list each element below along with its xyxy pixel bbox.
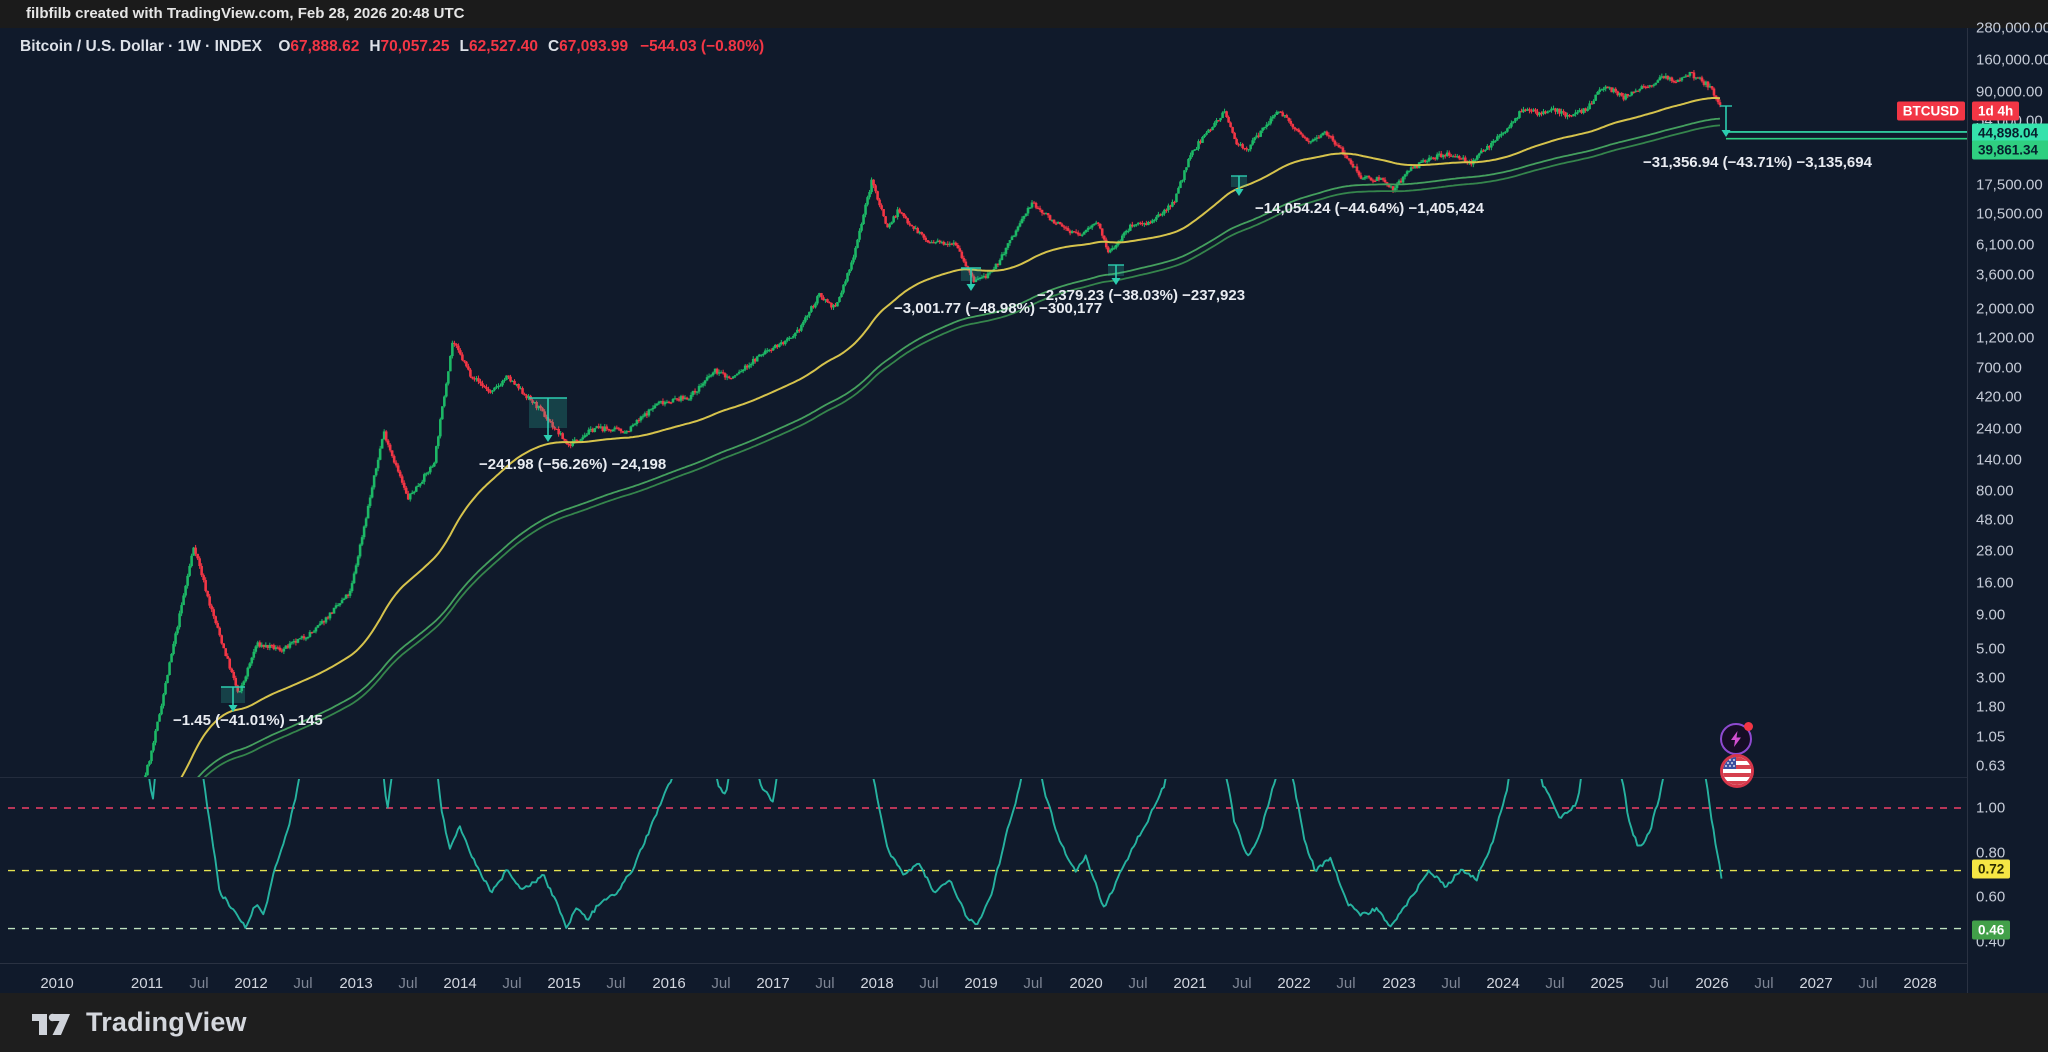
time-axis-label: 2024 [1486,975,1519,992]
time-axis-label: Jul [1232,975,1251,992]
ohlc-open-label: O [278,38,290,55]
tradingview-wordmark[interactable]: TradingView [86,1007,247,1038]
ohlc-close-value: 67,093.99 [559,38,628,55]
time-axis-label: 2021 [1173,975,1206,992]
price-axis-label: 1.80 [1976,698,2005,715]
price-chart-canvas[interactable] [0,28,2048,993]
drawdown-annotation: −31,356.94 (−43.71%) −3,135,694 [1643,154,1872,171]
tradingview-snapshot: { "attribution": {"text": "filbfilb crea… [0,0,2048,1052]
footer-bar: TradingView [0,993,2048,1052]
attribution-text: filbfilb created with TradingView.com, F… [26,5,464,22]
ohlc-close-label: C [548,38,559,55]
price-axis-label: 240.00 [1976,420,2022,437]
price-axis-label: 28.00 [1976,542,2014,559]
drawdown-annotation: −14,054.24 (−44.64%) −1,405,424 [1255,200,1484,217]
time-axis-label: Jul [398,975,417,992]
symbol-legend[interactable]: Bitcoin / U.S. Dollar · 1W · INDEX O67,8… [20,38,764,56]
price-axis-label: 0.63 [1976,758,2005,775]
time-axis-label: Jul [1336,975,1355,992]
panel-separator[interactable] [0,777,1967,778]
time-axis-label: 2016 [652,975,685,992]
time-axis-label: Jul [1754,975,1773,992]
price-axis-label: 3.00 [1976,669,2005,686]
drawdown-annotation: −1.45 (−41.01%) −145 [173,712,323,729]
change-value: −544.03 (−0.80%) [640,38,764,55]
us-flag-icon[interactable] [1720,754,1754,788]
time-axis-label: Jul [815,975,834,992]
ohlc-high-value: 70,057.25 [381,38,450,55]
price-axis-label: 280,000.00 [1976,20,2048,37]
price-axis-label: 9.00 [1976,607,2005,624]
price-axis-label: 160,000.00 [1976,51,2048,68]
time-axis-label: 2011 [131,975,163,992]
ohlc-high-label: H [369,38,380,55]
time-axis-label: 2012 [234,975,267,992]
oscillator-level-tag: 0.72 [1972,860,2010,879]
time-axis-label: 2010 [40,975,73,992]
time-axis-label: 2019 [964,975,997,992]
tradingview-logo-icon[interactable] [30,1008,72,1038]
time-axis-label: 2013 [339,975,372,992]
price-axis-label: 1,200.00 [1976,329,2034,346]
time-axis-label: 2017 [756,975,789,992]
price-axis-label: 16.00 [1976,574,2014,591]
ohlc-low-label: L [460,38,469,55]
chart-region[interactable]: Bitcoin / U.S. Dollar · 1W · INDEX O67,8… [0,28,2048,993]
time-axis-label: 2014 [443,975,476,992]
time-axis-label: 2018 [860,975,893,992]
price-axis-label: 140.00 [1976,451,2022,468]
time-axis-label: 2028 [1903,975,1936,992]
time-axis-label: Jul [1858,975,1877,992]
time-axis-label: 2022 [1277,975,1310,992]
oscillator-axis-label: 0.60 [1976,889,2005,906]
time-axis-label: Jul [919,975,938,992]
time-axis-label: 2026 [1695,975,1728,992]
time-axis-label: 2020 [1069,975,1102,992]
us-flag-glyph [1723,757,1751,785]
lightning-icon[interactable] [1720,723,1752,755]
symbol-title[interactable]: Bitcoin / U.S. Dollar · 1W · INDEX [20,38,262,55]
ohlc-low-value: 62,527.40 [469,38,538,55]
time-axis-label: Jul [606,975,625,992]
price-axis-label: 1.05 [1976,729,2005,746]
price-axis-label: 5.00 [1976,640,2005,657]
time-axis-label: Jul [1649,975,1668,992]
time-axis-label: 2015 [547,975,580,992]
price-axis-label: 420.00 [1976,389,2022,406]
drawdown-annotation: −2,379.23 (−38.03%) −237,923 [1037,287,1245,304]
countdown-tag: 1d 4h [1972,102,2019,121]
price-axis-label: 17,500.00 [1976,177,2043,194]
price-axis-label: 80.00 [1976,483,2014,500]
time-axis-label: Jul [189,975,208,992]
time-axis-label: Jul [1545,975,1564,992]
oscillator-level-tag: 0.46 [1972,921,2010,940]
time-axis-label: Jul [1441,975,1460,992]
time-axis-label: Jul [711,975,730,992]
time-axis-border [0,963,1968,964]
time-axis-label: Jul [1023,975,1042,992]
attribution-bar: filbfilb created with TradingView.com, F… [0,0,2048,28]
drawdown-annotation: −241.98 (−56.26%) −24,198 [479,456,666,473]
price-axis-label: 10,500.00 [1976,206,2043,223]
price-axis-label: 700.00 [1976,360,2022,377]
price-axis-label: 2,000.00 [1976,300,2034,317]
price-axis-border [1967,28,1968,993]
time-axis-label: Jul [1128,975,1147,992]
symbol-price-tag: BTCUSD [1897,102,1965,121]
price-axis-label: 48.00 [1976,512,2014,529]
oscillator-axis-label: 1.00 [1976,800,2005,817]
ohlc-open-value: 67,888.62 [290,38,359,55]
time-axis-label: 2027 [1799,975,1832,992]
notification-dot [1744,722,1753,731]
time-axis-label: Jul [293,975,312,992]
time-axis-label: Jul [502,975,521,992]
price-level-tag: 39,861.34 [1972,141,2048,160]
time-axis-label: 2025 [1590,975,1623,992]
price-axis-label: 6,100.00 [1976,237,2034,254]
lightning-bolt-glyph [1729,731,1743,747]
price-axis-label: 90,000.00 [1976,84,2043,101]
time-axis-label: 2023 [1382,975,1415,992]
price-axis-label: 3,600.00 [1976,267,2034,284]
